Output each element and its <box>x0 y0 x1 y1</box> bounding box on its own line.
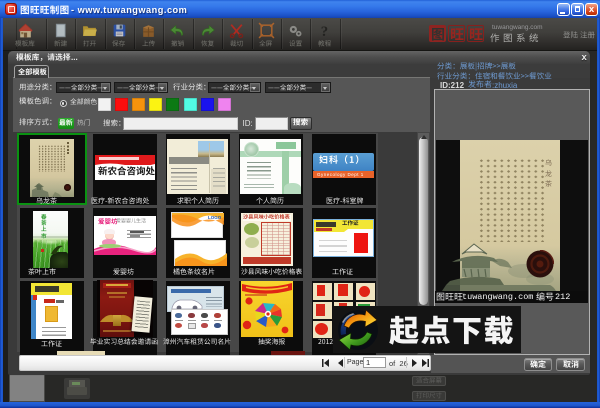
svg-text:?: ? <box>321 23 328 38</box>
